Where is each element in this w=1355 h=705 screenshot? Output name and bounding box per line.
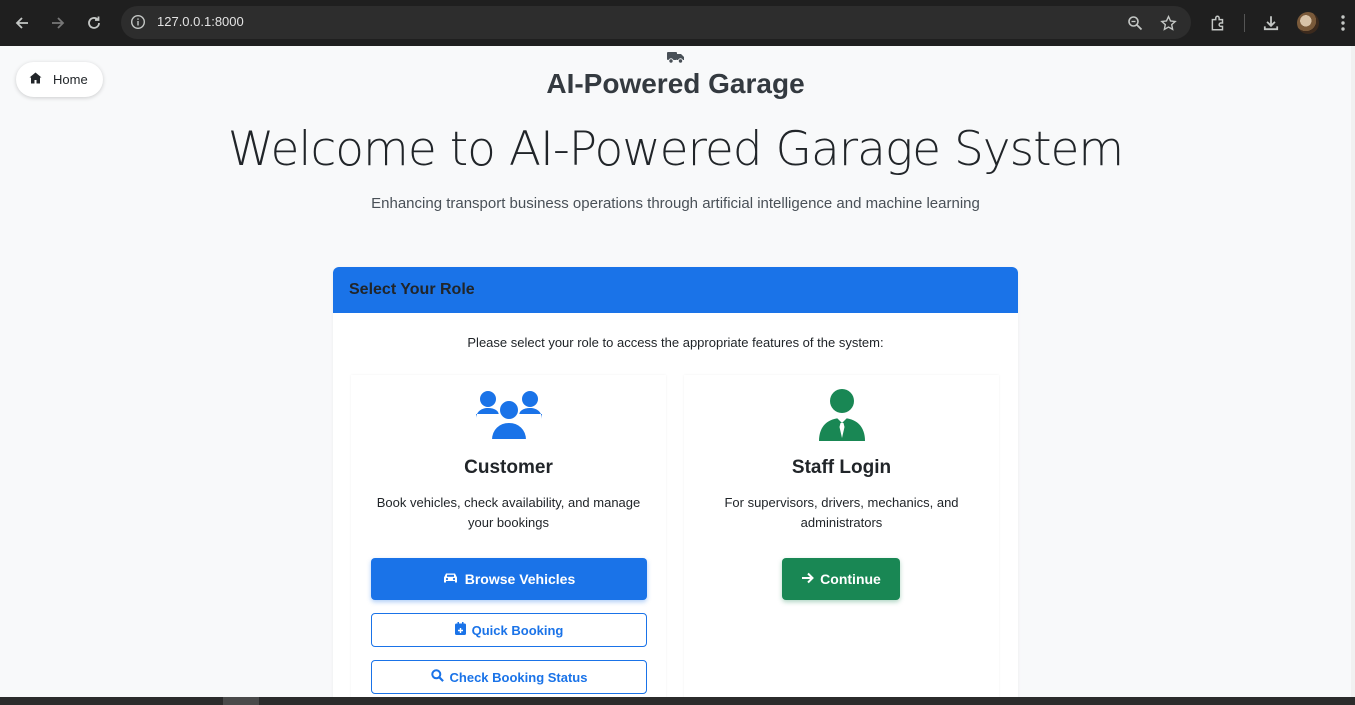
toolbar-divider bbox=[1244, 14, 1245, 32]
arrow-right-icon bbox=[801, 571, 815, 587]
customer-role-panel: Customer Book vehicles, check availabili… bbox=[351, 375, 666, 697]
site-info-icon[interactable] bbox=[129, 13, 147, 31]
card-header-title: Select Your Role bbox=[349, 281, 475, 298]
staff-description: For supervisors, drivers, mechanics, and… bbox=[724, 495, 959, 530]
browser-toolbar: 127.0.0.1:8000 bbox=[0, 0, 1355, 46]
reload-icon[interactable] bbox=[82, 11, 106, 35]
bookmark-star-icon[interactable] bbox=[1157, 12, 1179, 34]
browse-vehicles-label: Browse Vehicles bbox=[464, 571, 576, 587]
extensions-icon[interactable] bbox=[1206, 11, 1230, 35]
quick-booking-label: Quick Booking bbox=[471, 622, 564, 638]
download-icon[interactable] bbox=[1259, 11, 1283, 35]
staff-title: Staff Login bbox=[791, 457, 892, 478]
url-text[interactable]: 127.0.0.1:8000 bbox=[157, 14, 244, 29]
taskbar-strip bbox=[0, 697, 1355, 705]
continue-label: Continue bbox=[820, 571, 881, 587]
menu-icon[interactable] bbox=[1331, 11, 1355, 35]
profile-avatar[interactable] bbox=[1297, 12, 1319, 34]
page-scrollbar[interactable] bbox=[1351, 46, 1355, 697]
card-intro-text: Please select your role to access the ap… bbox=[467, 335, 884, 350]
quick-booking-button[interactable]: Quick Booking bbox=[371, 613, 647, 647]
car-icon bbox=[443, 571, 458, 587]
page-viewport: Home AI-Powered Garage Welcome to AI-Pow… bbox=[0, 46, 1351, 697]
taskbar-item bbox=[223, 697, 259, 705]
check-booking-status-button[interactable]: Check Booking Status bbox=[371, 660, 647, 694]
address-bar[interactable]: 127.0.0.1:8000 bbox=[121, 6, 1191, 39]
page-title: Welcome to AI-Powered Garage System bbox=[227, 122, 1124, 177]
customer-title: Customer bbox=[464, 457, 553, 478]
check-booking-status-label: Check Booking Status bbox=[449, 669, 588, 685]
staff-role-panel: Staff Login For supervisors, drivers, me… bbox=[684, 375, 999, 697]
brand-title: AI-Powered Garage bbox=[546, 68, 805, 99]
role-selection-card: Select Your Role Please select your role… bbox=[333, 267, 1018, 697]
calendar-plus-icon bbox=[454, 622, 466, 638]
back-icon[interactable] bbox=[10, 11, 34, 35]
users-icon bbox=[351, 389, 666, 441]
zoom-icon[interactable] bbox=[1124, 12, 1146, 34]
browse-vehicles-button[interactable]: Browse Vehicles bbox=[371, 558, 647, 600]
forward-icon[interactable] bbox=[46, 11, 70, 35]
customer-description: Book vehicles, check availability, and m… bbox=[376, 495, 641, 530]
truck-icon bbox=[667, 50, 685, 64]
continue-button[interactable]: Continue bbox=[782, 558, 900, 600]
user-tie-icon bbox=[684, 389, 999, 441]
search-icon bbox=[430, 669, 444, 685]
page-subtitle: Enhancing transport business operations … bbox=[371, 195, 980, 212]
card-header: Select Your Role bbox=[333, 267, 1018, 313]
